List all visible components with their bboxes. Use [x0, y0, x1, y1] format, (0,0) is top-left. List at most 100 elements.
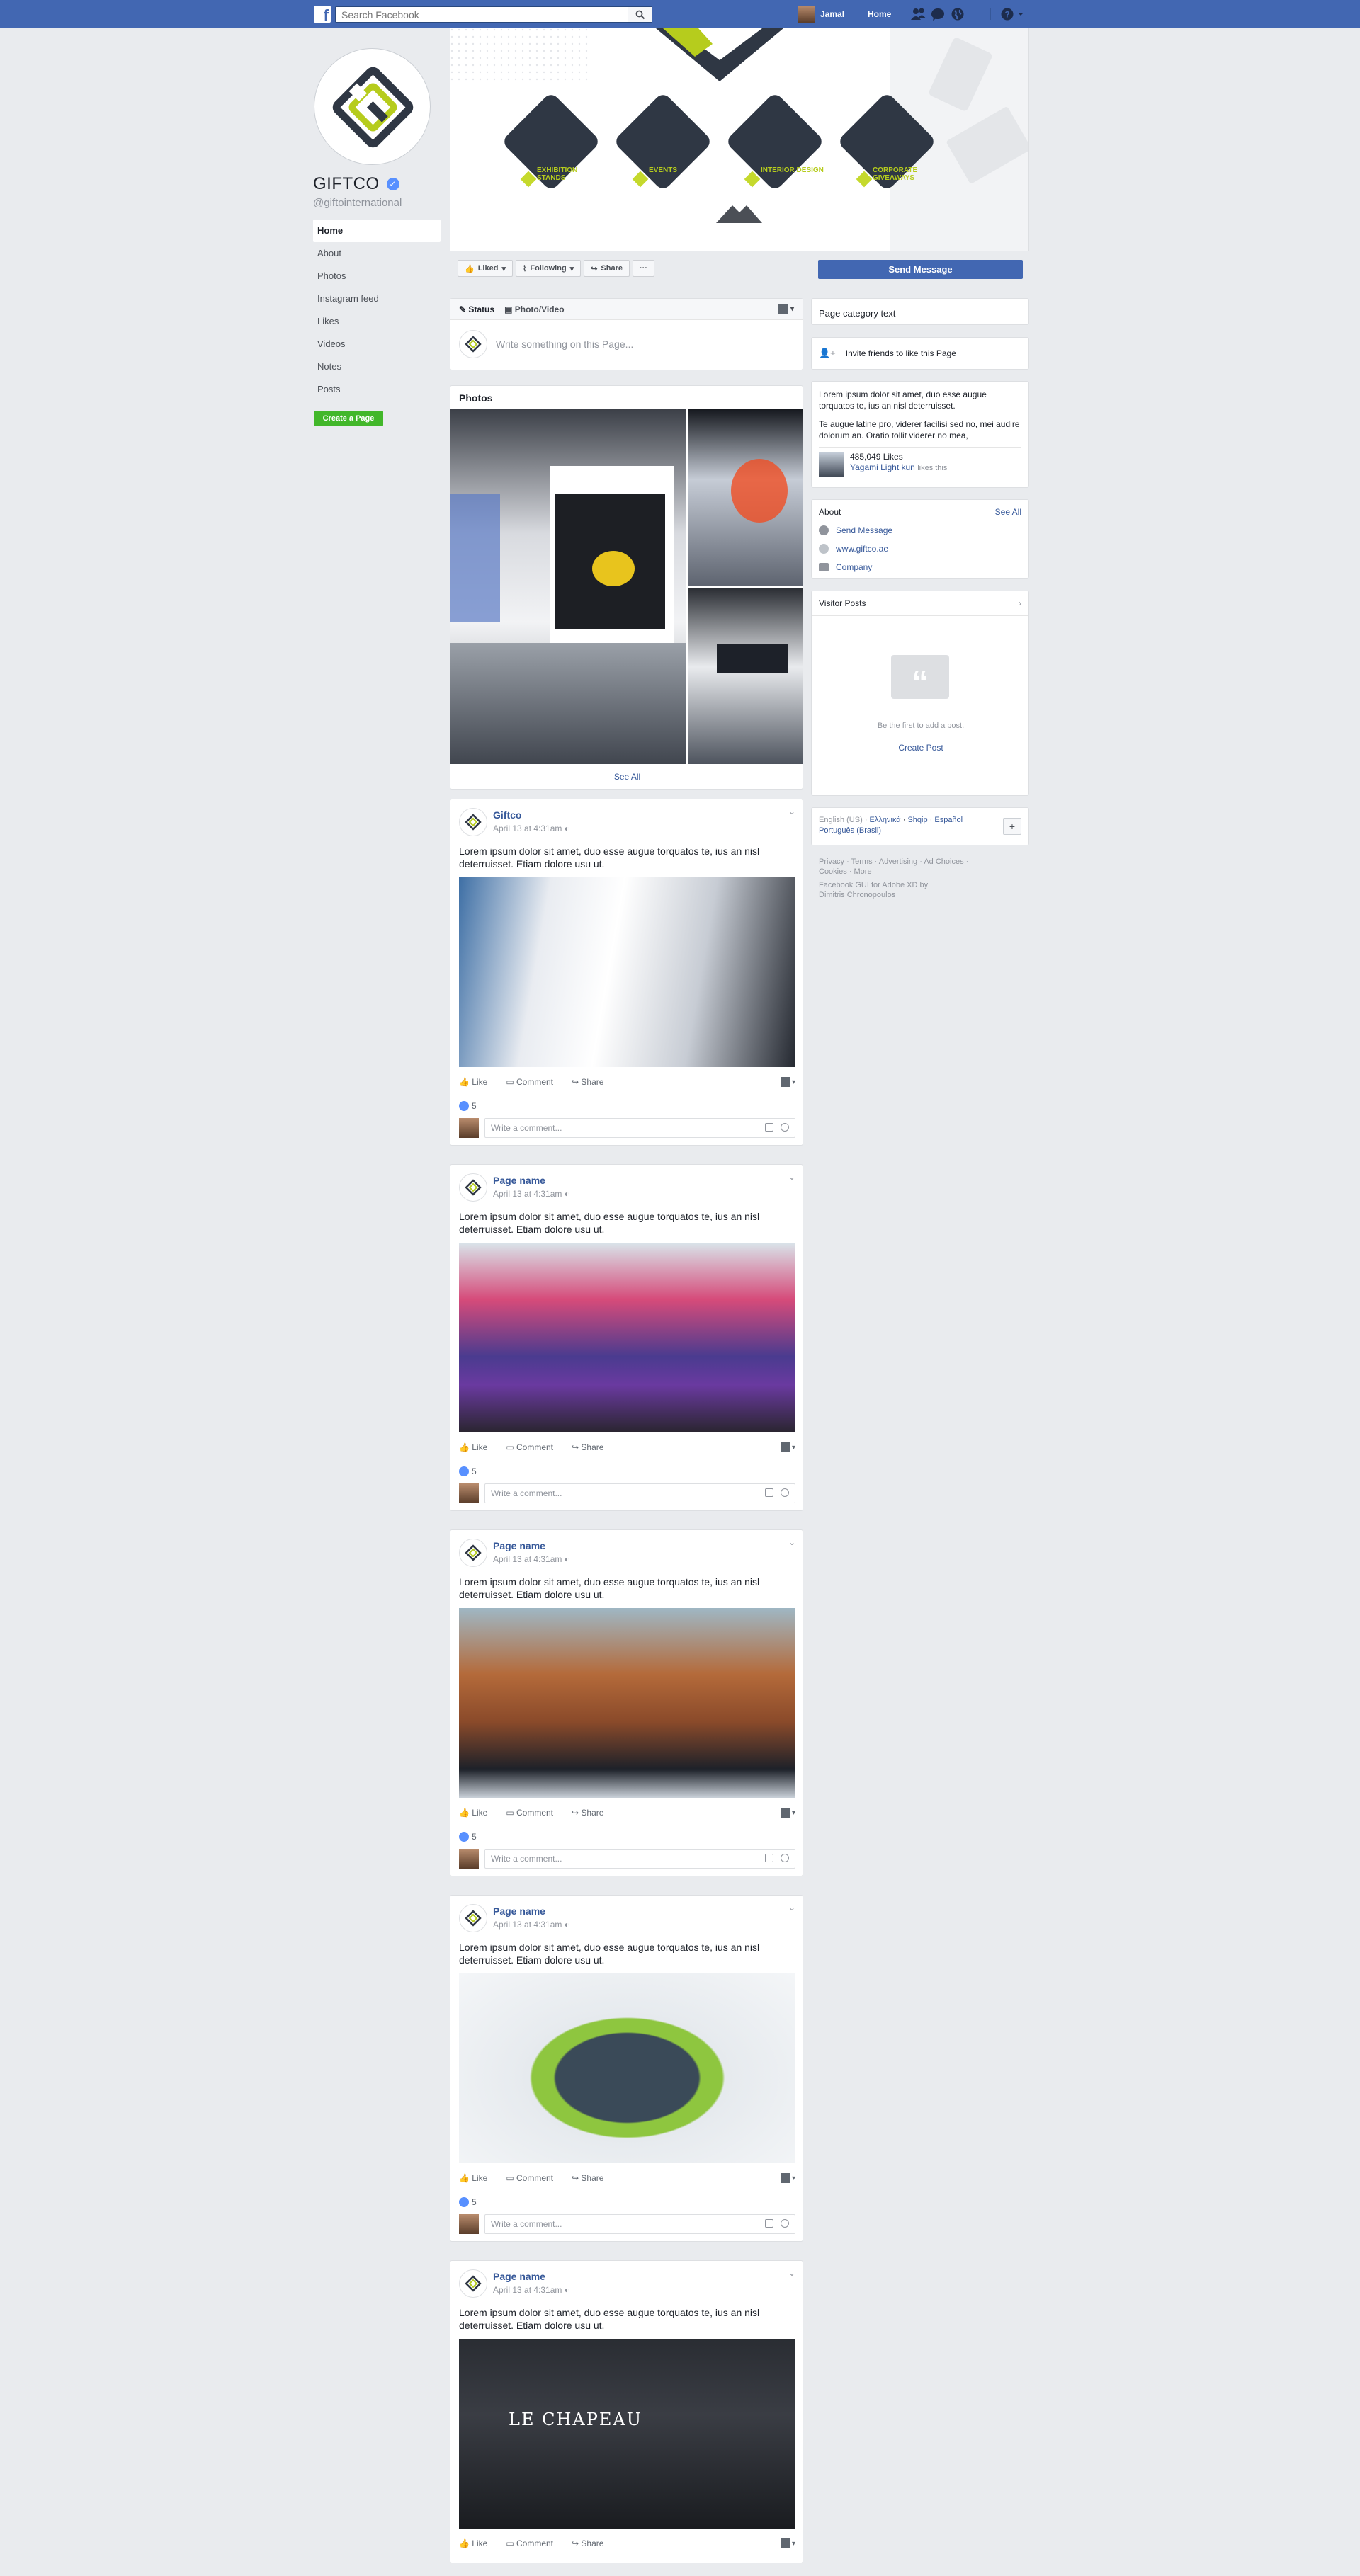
post-like-button[interactable]: 👍 Like	[459, 1442, 487, 1452]
account-menu-chevron-down-icon[interactable]	[1017, 7, 1026, 21]
left-nav-item-instagram-feed[interactable]: Instagram feed	[313, 287, 441, 310]
nav-home-link[interactable]: Home	[868, 9, 891, 19]
post-audience-dropdown[interactable]: ▾	[780, 1442, 795, 1452]
photos-see-all-link[interactable]: See All	[450, 772, 803, 782]
sticker-icon[interactable]	[765, 1123, 774, 1132]
post-author-name[interactable]: Page name	[493, 1905, 545, 1917]
post-image[interactable]	[459, 1973, 795, 2163]
post-author-name[interactable]: Giftco	[493, 809, 521, 821]
emoji-icon[interactable]	[781, 2219, 789, 2228]
messages-icon[interactable]	[931, 7, 945, 21]
post-share-button[interactable]: ↪ Share	[572, 2173, 604, 2183]
post-options-chevron-down-icon[interactable]: ⌄	[788, 1537, 795, 1547]
page-profile-picture[interactable]	[314, 48, 431, 165]
post-options-chevron-down-icon[interactable]: ⌄	[788, 1172, 795, 1182]
left-nav-item-photos[interactable]: Photos	[313, 265, 441, 287]
footer-links[interactable]: Privacy · Terms · Advertising · Ad Choic…	[819, 857, 994, 877]
about-row-website[interactable]: www.giftco.ae	[819, 544, 1021, 554]
help-icon[interactable]: ?	[1000, 7, 1014, 21]
photo-booth-crowd[interactable]	[688, 588, 803, 764]
post-share-button[interactable]: ↪ Share	[572, 1442, 604, 1452]
photo-booth-side[interactable]	[688, 409, 803, 586]
language-option[interactable]: Shqip	[907, 816, 927, 824]
visitor-posts-header[interactable]: Visitor Posts ›	[812, 591, 1028, 616]
liked-button[interactable]: 👍 Liked ▾	[458, 260, 513, 277]
post-author-name[interactable]: Page name	[493, 1540, 545, 1551]
notifications-globe-icon[interactable]	[951, 7, 965, 21]
post-timestamp[interactable]: April 13 at 4:31am ◐	[493, 1920, 570, 1930]
comment-input[interactable]: Write a comment...	[484, 1483, 795, 1503]
post-audience-dropdown[interactable]: ▾	[780, 1077, 795, 1087]
about-website-link[interactable]: www.giftco.ae	[836, 544, 888, 554]
post-options-chevron-down-icon[interactable]: ⌄	[788, 2268, 795, 2278]
comment-input[interactable]: Write a comment...	[484, 2214, 795, 2234]
post-like-button[interactable]: 👍 Like	[459, 2538, 487, 2548]
following-button[interactable]: ⌇ Following ▾	[515, 260, 582, 277]
liker-name-link[interactable]: Yagami Light kun	[850, 462, 915, 472]
post-audience-dropdown[interactable]: ▾	[780, 2173, 795, 2183]
more-options-button[interactable]: ···	[633, 260, 654, 277]
sticker-icon[interactable]	[765, 1854, 774, 1862]
post-image[interactable]	[459, 877, 795, 1067]
composer-tab-status[interactable]: ✎ Status	[459, 304, 494, 314]
about-see-all-link[interactable]: See All	[995, 507, 1021, 517]
page-handle[interactable]: @giftointernational	[313, 197, 402, 209]
emoji-icon[interactable]	[781, 1854, 789, 1862]
sticker-icon[interactable]	[765, 1488, 774, 1497]
about-row-category[interactable]: Company	[819, 562, 1021, 572]
user-profile-link[interactable]: Jamal	[798, 6, 844, 23]
post-like-button[interactable]: 👍 Like	[459, 2173, 487, 2183]
post-author-avatar[interactable]	[459, 2269, 487, 2298]
send-message-button[interactable]: Send Message	[818, 260, 1023, 279]
search-icon[interactable]	[628, 7, 652, 22]
create-page-button[interactable]: Create a Page	[314, 411, 383, 426]
composer-options-dropdown[interactable]: ▾	[778, 304, 794, 314]
search-box[interactable]	[335, 6, 652, 23]
invite-friends-card[interactable]: 👤+ Invite friends to like this Page	[811, 337, 1029, 370]
about-send-message-link[interactable]: Send Message	[836, 525, 892, 535]
left-nav-item-likes[interactable]: Likes	[313, 310, 441, 333]
about-row-message[interactable]: Send Message	[819, 525, 1021, 535]
sticker-icon[interactable]	[765, 2219, 774, 2228]
composer-placeholder[interactable]: Write something on this Page...	[496, 338, 633, 350]
post-reactions[interactable]: 5	[459, 1101, 477, 1111]
share-button[interactable]: ↪ Share	[584, 260, 630, 277]
post-options-chevron-down-icon[interactable]: ⌄	[788, 1903, 795, 1913]
post-image[interactable]	[459, 1243, 795, 1432]
left-nav-item-videos[interactable]: Videos	[313, 333, 441, 355]
post-timestamp[interactable]: April 13 at 4:31am ◐	[493, 823, 570, 833]
post-author-avatar[interactable]	[459, 1173, 487, 1202]
emoji-icon[interactable]	[781, 1123, 789, 1132]
post-image[interactable]: LE CHAPEAU	[459, 2339, 795, 2529]
post-author-avatar[interactable]	[459, 808, 487, 836]
language-option[interactable]: Português (Brasil)	[819, 826, 881, 835]
cover-photo[interactable]: EXHIBITION STANDS EVENTS INTERIOR DESIGN…	[450, 28, 1029, 251]
post-share-button[interactable]: ↪ Share	[572, 1077, 604, 1087]
post-audience-dropdown[interactable]: ▾	[780, 1808, 795, 1818]
post-comment-button[interactable]: ▭ Comment	[506, 2173, 553, 2183]
post-share-button[interactable]: ↪ Share	[572, 1808, 604, 1818]
post-timestamp[interactable]: April 13 at 4:31am ◐	[493, 2285, 570, 2295]
post-audience-dropdown[interactable]: ▾	[780, 2538, 795, 2548]
left-nav-item-notes[interactable]: Notes	[313, 355, 441, 378]
post-comment-button[interactable]: ▭ Comment	[506, 1808, 553, 1818]
create-post-link[interactable]: Create Post	[812, 743, 1030, 753]
post-timestamp[interactable]: April 13 at 4:31am ◐	[493, 1189, 570, 1199]
post-reactions[interactable]: 5	[459, 1832, 477, 1842]
composer-tab-photo-video[interactable]: ▣ Photo/Video	[504, 304, 564, 314]
post-comment-button[interactable]: ▭ Comment	[506, 1077, 553, 1087]
add-language-button[interactable]: +	[1003, 818, 1021, 835]
comment-input[interactable]: Write a comment...	[484, 1118, 795, 1138]
post-author-name[interactable]: Page name	[493, 2271, 545, 2282]
post-share-button[interactable]: ↪ Share	[572, 2538, 604, 2548]
friend-requests-icon[interactable]	[911, 7, 926, 21]
post-image[interactable]	[459, 1608, 795, 1798]
about-category-link[interactable]: Company	[836, 562, 872, 572]
photo-main-booth[interactable]	[450, 409, 686, 764]
left-nav-item-posts[interactable]: Posts	[313, 378, 441, 401]
left-nav-item-home[interactable]: Home	[313, 220, 441, 242]
post-comment-button[interactable]: ▭ Comment	[506, 2538, 553, 2548]
post-author-avatar[interactable]	[459, 1539, 487, 1567]
post-comment-button[interactable]: ▭ Comment	[506, 1442, 553, 1452]
language-option[interactable]: Español	[934, 816, 963, 824]
